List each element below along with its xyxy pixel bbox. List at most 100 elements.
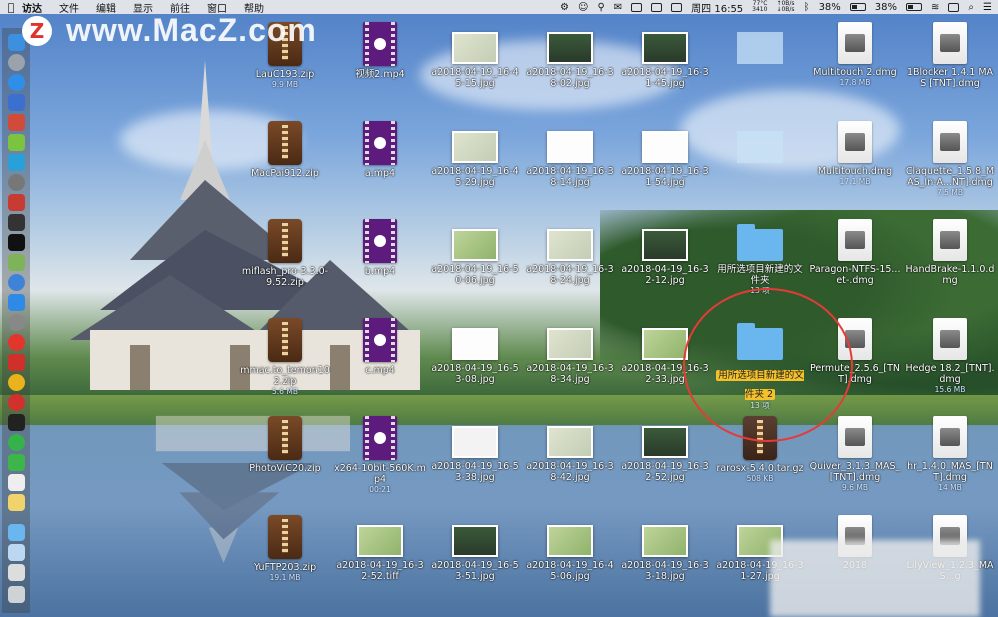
file-name: Multitouch 2.dmg [813,67,897,78]
menu-file[interactable]: 文件 [59,0,79,15]
disk-icon[interactable] [8,174,25,191]
monitor-icon[interactable] [8,214,25,231]
display-status-icon[interactable] [631,2,643,12]
dark-app-icon[interactable] [8,414,25,431]
image-file[interactable]: a2018-04-19_16-53-38.jpg [427,416,523,483]
video-file[interactable]: 视频2.mp4 [332,22,428,80]
downloads-folder-icon[interactable] [8,544,25,561]
image-file[interactable]: a2018-04-19_16-45-29.jpg [427,121,523,188]
chat-status-icon[interactable]: ✉ [614,2,622,13]
app-s-icon[interactable] [948,2,960,12]
screen-icon[interactable] [8,564,25,581]
system-prefs-icon[interactable] [8,314,25,331]
app-red-icon[interactable] [8,114,25,131]
document-icon[interactable] [8,474,25,491]
clock[interactable]: 周四 16:55 [691,0,743,15]
appstore-icon[interactable] [8,294,25,311]
image-file[interactable]: a2018-04-19_16-38-42.jpg [522,416,618,483]
battery1-text[interactable]: 38% [819,2,841,13]
image-file[interactable]: a2018-04-19_16-38-34.jpg [522,318,618,385]
menu-list-icon[interactable]: ☰ [983,2,992,13]
image-file[interactable]: a2018-04-19_16-50-06.jpg [427,219,523,286]
trash-icon[interactable] [8,586,25,603]
image-thumbnail [452,525,498,557]
folder[interactable]: 用所选项目新建的文件夹 13 项 [712,219,808,295]
disk-image-file[interactable]: Claquette_1.5.8_MAS_In-A...NT].dmg 7.5 M… [902,121,998,197]
menu-view[interactable]: 显示 [133,0,153,15]
zip-file[interactable]: mmac.to_temon102.zip 5.6 MB [237,318,333,396]
image-file[interactable]: a2018-04-19_16-33-18.jpg [617,515,713,582]
disk-image-file[interactable]: Paragon-NTFS-15...et-.dmg [807,219,903,286]
image-file[interactable]: a2018-04-19_16-53-51.jpg [427,515,523,582]
file-size: 15.6 MB [934,385,966,394]
safari-icon[interactable] [8,74,25,91]
downloads-icon[interactable] [8,274,25,291]
zip-file[interactable]: YuFTP203.zip 19.1 MB [237,515,333,582]
music-app-icon[interactable] [8,194,25,211]
blank-item[interactable] [712,22,808,64]
chrome-icon[interactable] [8,374,25,391]
menu-edit[interactable]: 编辑 [96,0,116,15]
disk-image-file[interactable]: Multitouch.dmg 17.1 MB [807,121,903,186]
image-file[interactable]: a2018-04-19_16-38-02.jpg [522,22,618,89]
vivaldi-icon[interactable] [8,394,25,411]
bluetooth-icon[interactable]: ᛒ [804,2,810,13]
gear-status-icon[interactable]: ⚙ [560,2,569,13]
network-readout[interactable]: ↑0B/s ↓0B/s [776,1,794,13]
image-file[interactable]: a2018-04-19_16-32-52.jpg [617,416,713,483]
blank-item[interactable] [712,121,808,163]
wechat-icon[interactable] [8,434,25,451]
video-file[interactable]: a.mp4 [332,121,428,179]
image-file[interactable]: a2018-04-19_16-32-12.jpg [617,219,713,286]
notes-icon[interactable] [8,494,25,511]
menu-app-finder[interactable]: 访达 [22,0,42,15]
folder-dock-icon[interactable] [8,524,25,541]
disk-image-file[interactable]: Hedge 18.2_[TNT].dmg 15.6 MB [902,318,998,394]
zip-file[interactable]: miflash_pro-3.3.0-9.52.zip [237,219,333,288]
video-file[interactable]: b.mp4 [332,219,428,277]
weibo-icon[interactable] [8,334,25,351]
menu-go[interactable]: 前往 [170,0,190,15]
terminal-icon[interactable] [8,234,25,251]
sensor-readout[interactable]: 77°C 3410 [752,1,767,13]
image-thumbnail [357,525,403,557]
image-file[interactable]: a2018-04-19_16-38-24.jpg [522,219,618,286]
wifi-icon[interactable]: ≋ [931,2,939,13]
disk-image-file[interactable]: HandBrake-1.1.0.dmg [902,219,998,286]
disk-image-file[interactable]: Multitouch 2.dmg 17.8 MB [807,22,903,87]
image-file[interactable]: a2018-04-19_16-31-45.jpg [617,22,713,89]
disk-image-file[interactable]: hr_1.4.0_MAS_[TNT].dmg 14 MB [902,416,998,492]
person-status-icon[interactable]: ☺ [578,2,588,13]
menu-window[interactable]: 窗口 [207,0,227,15]
video-file[interactable]: c.mp4 [332,318,428,376]
image-file[interactable]: a2018-04-19_16-45-06.jpg [522,515,618,582]
photos-icon[interactable] [8,94,25,111]
file-size: 7.5 MB [937,188,963,197]
chat-app-icon[interactable] [8,154,25,171]
zip-file[interactable]: PhotoViC20.zip [237,416,333,474]
image-file[interactable]: a2018-04-19_16-32-52.tiff [332,515,428,582]
window-status-icon[interactable] [651,2,663,12]
grid-status-icon[interactable] [671,2,683,12]
location-status-icon[interactable]: ⚲ [597,2,604,13]
image-file[interactable]: a2018-04-19_16-53-08.jpg [427,318,523,385]
image-thumbnail [452,131,498,163]
yelp-icon[interactable] [8,354,25,371]
file-duration: 00:21 [369,485,391,494]
image-file[interactable]: a2018-04-19_16-38-14.jpg [522,121,618,188]
battery2-text[interactable]: 38% [875,2,897,13]
search-icon[interactable]: ⌕ [968,2,974,13]
blurred-region [770,540,980,617]
preview-icon[interactable] [8,254,25,271]
disk-image-file[interactable]: 1Blocker 1.4.1 MAS [TNT].dmg [902,22,998,89]
image-file[interactable]: a2018-04-19_16-45-15.jpg [427,22,523,89]
messages-icon[interactable] [8,454,25,471]
disk-image-file[interactable]: Quiver_3.1.3_MAS_[TNT].dmg 9.6 MB [807,416,903,492]
menu-help[interactable]: 帮助 [244,0,264,15]
video-file[interactable]: x264-10bit-560K.mp4 00:21 [332,416,428,494]
android-icon[interactable] [8,134,25,151]
apple-icon[interactable]:  [0,1,22,14]
image-file[interactable]: a2018-04-19_16-31-54.jpg [617,121,713,188]
launchpad-icon[interactable] [8,54,25,71]
zip-file[interactable]: MacPai912.zip [237,121,333,179]
